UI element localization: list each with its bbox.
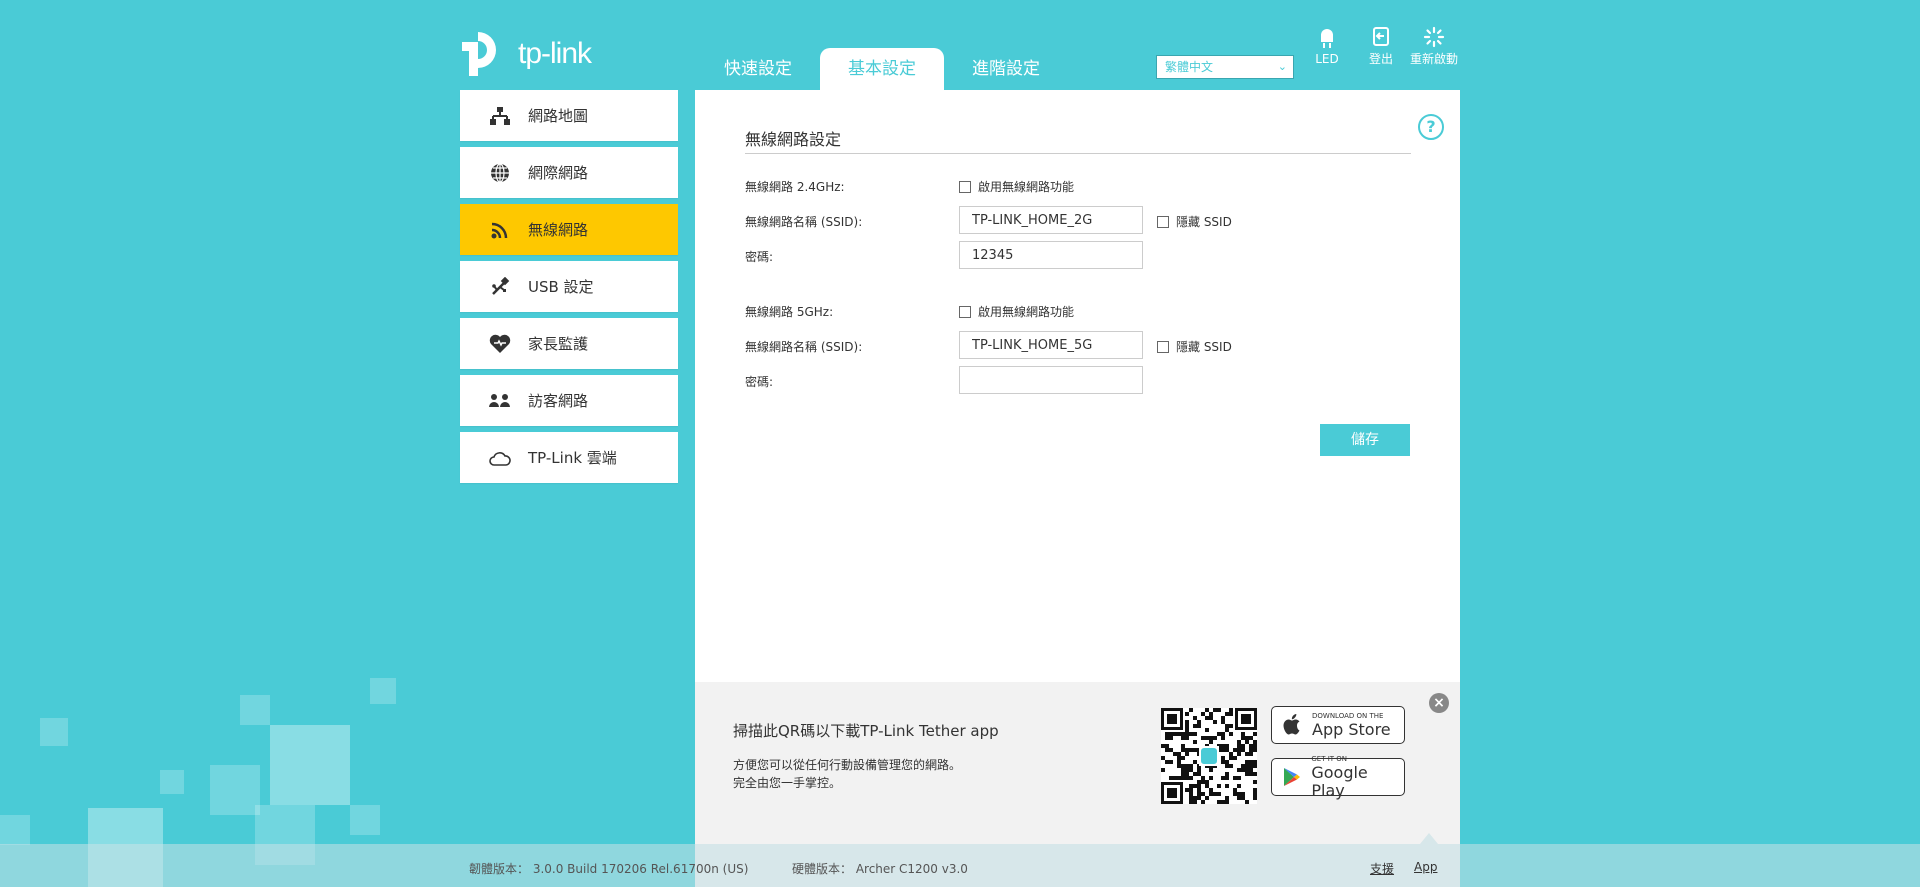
band5-password-label: 密碼:	[745, 375, 774, 389]
checkbox-label: 啟用無線網路功能	[978, 180, 1075, 194]
checkbox-box	[1157, 215, 1169, 228]
sidebar-item-label: 網際網路	[528, 164, 589, 182]
support-link[interactable]: 支援	[1370, 860, 1394, 877]
band24-enable-checkbox[interactable]: 啟用無線網路功能	[959, 178, 1074, 195]
checkbox-box	[1157, 340, 1169, 353]
sidebar-item-label: TP-Link 雲端	[528, 449, 617, 467]
checkbox-label: 隱藏 SSID	[1176, 215, 1232, 229]
band24-ssid-label: 無線網路名稱 (SSID):	[745, 215, 863, 229]
bg-decoration	[270, 725, 350, 805]
save-button[interactable]: 儲存	[1320, 424, 1410, 456]
checkbox-label: 啟用無線網路功能	[978, 305, 1075, 319]
chevron-down-icon: ⌄	[1277, 60, 1287, 73]
bg-decoration	[160, 770, 184, 794]
google-play-icon	[1278, 767, 1305, 787]
sidebar-item-usb[interactable]: USB 設定	[460, 261, 678, 312]
app-link[interactable]: App	[1414, 860, 1437, 874]
title-divider	[745, 153, 1411, 154]
bg-decoration	[350, 805, 380, 835]
bg-decoration	[210, 765, 260, 815]
app-banner: 掃描此QR碼以下載TP-Link Tether app 方便您可以從任何行動設備…	[695, 682, 1460, 844]
sidebar-item-internet[interactable]: 網際網路	[460, 147, 678, 198]
sidebar-item-guest-network[interactable]: 訪客網路	[460, 375, 678, 426]
page-title: 無線網路設定	[745, 130, 842, 149]
qr-code	[1161, 708, 1257, 804]
led-label: LED	[1315, 52, 1339, 66]
wireless-settings-panel: 無線網路設定 ? 無線網路 2.4GHz: 啟用無線網路功能 無線網路名稱 (S…	[695, 90, 1460, 682]
band5-ssid-label: 無線網路名稱 (SSID):	[745, 340, 863, 354]
google-play-text: GET IT ON Google Play	[1311, 755, 1404, 800]
sidebar-item-label: 無線網路	[528, 221, 589, 239]
bg-decoration	[370, 678, 396, 704]
tab-quick-setup[interactable]: 快速設定	[696, 48, 820, 90]
led-button[interactable]: LED	[1302, 26, 1352, 66]
footer-notch	[1420, 833, 1438, 844]
logout-label: 登出	[1368, 52, 1393, 66]
sidebar-item-network-map[interactable]: 網路地圖	[460, 90, 678, 141]
reboot-button[interactable]: 重新啟動	[1409, 26, 1459, 66]
bg-decoration	[0, 815, 30, 845]
google-play-label: Google Play	[1311, 762, 1368, 800]
reboot-icon	[1409, 26, 1459, 48]
tab-basic[interactable]: 基本設定	[820, 48, 944, 90]
sidebar: 網路地圖 網際網路 無線網路 USB 設定 家長監護 訪客網路 TP-Link …	[460, 90, 678, 489]
network-map-icon	[488, 104, 512, 128]
tp-link-logo[interactable]: tp-link	[458, 28, 592, 80]
band24-password-input[interactable]	[959, 241, 1143, 269]
reboot-label: 重新啟動	[1409, 52, 1458, 66]
app-store-button[interactable]: DOWNLOAD ON THE App Store	[1271, 706, 1405, 744]
logout-button[interactable]: 登出	[1356, 26, 1406, 66]
app-store-label: App Store	[1312, 719, 1391, 739]
sidebar-item-label: USB 設定	[528, 278, 594, 296]
sidebar-item-parental-control[interactable]: 家長監護	[460, 318, 678, 369]
band5-hide-ssid-checkbox[interactable]: 隱藏 SSID	[1157, 338, 1232, 355]
logo-text: tp-link	[518, 37, 592, 70]
sidebar-item-label: 網路地圖	[528, 107, 589, 125]
apple-icon	[1278, 714, 1306, 736]
language-value: 繁體中文	[1165, 60, 1214, 74]
wifi-icon	[488, 218, 512, 242]
band5-ssid-input[interactable]	[959, 331, 1143, 359]
banner-description: 完全由您一手掌控。	[733, 776, 842, 790]
firmware-version: 韌體版本： 3.0.0 Build 170206 Rel.61700n (US)	[469, 862, 749, 876]
close-icon[interactable]: ×	[1429, 693, 1449, 713]
band5-password-input[interactable]	[959, 366, 1143, 394]
band24-password-label: 密碼:	[745, 250, 774, 264]
banner-description: 方便您可以從任何行動設備管理您的網路。	[733, 758, 962, 772]
sidebar-item-cloud[interactable]: TP-Link 雲端	[460, 432, 678, 483]
band5-enable-checkbox[interactable]: 啟用無線網路功能	[959, 303, 1074, 320]
band24-hide-ssid-checkbox[interactable]: 隱藏 SSID	[1157, 213, 1232, 230]
help-icon[interactable]: ?	[1418, 114, 1444, 140]
top-tabs: 快速設定 基本設定 進階設定	[696, 48, 1068, 90]
language-select[interactable]: 繁體中文 ⌄	[1156, 55, 1294, 79]
tab-advanced[interactable]: 進階設定	[944, 48, 1068, 90]
band24-ssid-input[interactable]	[959, 206, 1143, 234]
sidebar-item-label: 家長監護	[528, 335, 589, 353]
globe-icon	[488, 161, 512, 185]
band5-label: 無線網路 5GHz:	[745, 305, 834, 319]
bg-decoration	[40, 718, 68, 746]
led-icon	[1302, 26, 1352, 48]
usb-icon	[488, 275, 512, 299]
banner-title: 掃描此QR碼以下載TP-Link Tether app	[733, 722, 999, 740]
sidebar-item-label: 訪客網路	[528, 392, 589, 410]
band24-label: 無線網路 2.4GHz:	[745, 180, 845, 194]
logout-icon	[1356, 26, 1406, 48]
bg-decoration	[240, 695, 270, 725]
cloud-icon	[488, 446, 512, 470]
heart-icon	[488, 332, 512, 356]
checkbox-label: 隱藏 SSID	[1176, 340, 1232, 354]
app-store-text: DOWNLOAD ON THE App Store	[1312, 712, 1391, 739]
checkbox-box	[959, 180, 971, 193]
google-play-button[interactable]: GET IT ON Google Play	[1271, 755, 1405, 799]
sidebar-item-wireless[interactable]: 無線網路	[460, 204, 678, 255]
hardware-version: 硬體版本： Archer C1200 v3.0	[792, 862, 968, 876]
checkbox-box	[959, 305, 971, 318]
tp-link-logo-icon	[458, 28, 510, 80]
guest-icon	[488, 389, 512, 413]
